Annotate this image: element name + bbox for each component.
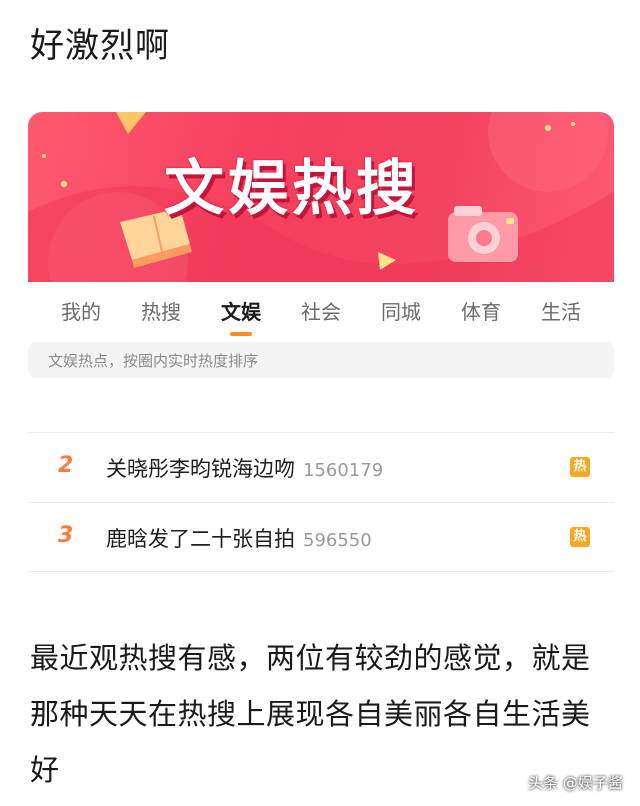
rank-number: 2 (58, 453, 74, 478)
tab-sports[interactable]: 体育 (441, 290, 521, 336)
banner-title: 文娱热搜 (164, 154, 420, 224)
hot-badge-icon: 热 (570, 457, 590, 477)
subtitle-bar: 文娱热点，按圈内实时热度排序 (28, 342, 614, 378)
tab-local[interactable]: 同城 (361, 290, 441, 336)
heat-count: 596550 (303, 530, 372, 551)
tab-society[interactable]: 社会 (281, 290, 361, 336)
banner: 文娱热搜 (28, 112, 614, 282)
list-item[interactable]: 2 关晓彤李昀锐海边吻 1560179 热 (28, 432, 614, 502)
heat-count: 1560179 (303, 460, 384, 481)
rank-number: 3 (58, 523, 74, 548)
topic-text: 关晓彤李昀锐海边吻 1560179 (106, 457, 384, 481)
hot-search-card: 文娱热搜 我的 热搜 文娱 社会 同城 体育 生活 文娱热点，按圈内实时热度排序… (28, 112, 614, 582)
post-title: 好激烈啊 (30, 26, 170, 66)
category-tabs: 我的 热搜 文娱 社会 同城 体育 生活 (28, 290, 614, 336)
post-body-text: 最近观热搜有感，两位有较劲的感觉，就是那种天天在热搜上展现各自美丽各自生活美好 (30, 641, 591, 787)
watermark: 头条 @娱子酱 (528, 774, 623, 792)
active-tab-indicator (230, 332, 252, 336)
tab-hot[interactable]: 热搜 (121, 290, 201, 336)
tab-mine[interactable]: 我的 (41, 290, 121, 336)
hot-search-list: 2 关晓彤李昀锐海边吻 1560179 热 3 鹿晗发了二十张自拍 596550 热 (28, 432, 614, 572)
hot-badge-icon: 热 (570, 527, 590, 547)
list-description: 文娱热点，按圈内实时热度排序 (48, 352, 259, 370)
camera-icon (448, 206, 518, 262)
list-item[interactable]: 3 鹿晗发了二十张自拍 596550 热 (28, 502, 614, 572)
topic-text: 鹿晗发了二十张自拍 596550 (106, 527, 372, 551)
tab-entertainment[interactable]: 文娱 (201, 290, 281, 336)
tab-life[interactable]: 生活 (521, 290, 601, 336)
